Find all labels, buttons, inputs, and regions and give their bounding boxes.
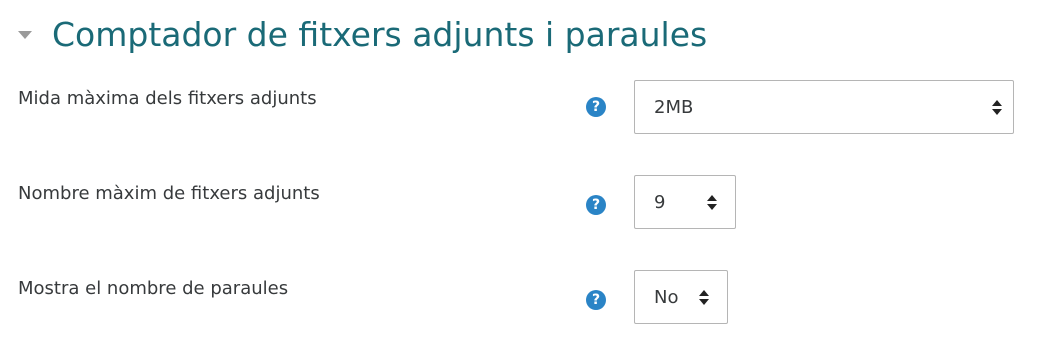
max-attachment-size-value: 2MB: [654, 97, 694, 118]
select-arrows-icon: [699, 290, 709, 306]
max-attachments-label: Nombre màxim de fitxers adjunts: [18, 183, 320, 204]
help-icon[interactable]: ?: [586, 195, 606, 215]
help-icon[interactable]: ?: [586, 290, 606, 310]
select-arrows-icon: [992, 100, 1002, 116]
form-row-max-attachments: Nombre màxim de fitxers adjunts ? 9: [0, 175, 1044, 231]
collapse-triangle-icon[interactable]: [18, 31, 32, 39]
show-word-count-select[interactable]: No: [634, 270, 728, 324]
section-toggle[interactable]: Comptador de fitxers adjunts i paraules: [18, 10, 707, 58]
help-icon[interactable]: ?: [586, 97, 606, 117]
show-word-count-value: No: [654, 287, 679, 308]
max-attachment-size-label: Mida màxima dels fitxers adjunts: [18, 88, 317, 109]
max-attachment-size-select[interactable]: 2MB: [634, 80, 1014, 134]
form-row-max-attachment-size: Mida màxima dels fitxers adjunts ? 2MB: [0, 80, 1044, 136]
section-title: Comptador de fitxers adjunts i paraules: [52, 14, 708, 54]
max-attachments-value: 9: [654, 192, 666, 213]
select-arrows-icon: [707, 195, 717, 211]
form-row-show-word-count: Mostra el nombre de paraules ? No: [0, 270, 1044, 326]
show-word-count-label: Mostra el nombre de paraules: [18, 278, 289, 299]
max-attachments-select[interactable]: 9: [634, 175, 736, 229]
